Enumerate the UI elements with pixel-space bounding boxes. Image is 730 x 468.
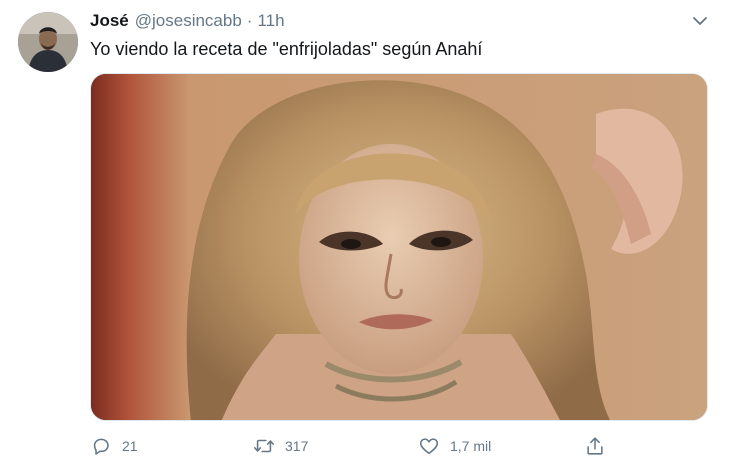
- tweet-timestamp[interactable]: 11h: [257, 11, 284, 31]
- reply-button[interactable]: 21: [90, 432, 138, 460]
- share-icon: [587, 437, 603, 455]
- retweet-count: 317: [285, 438, 309, 454]
- share-button[interactable]: [584, 432, 606, 460]
- header-separator: ·: [246, 11, 253, 30]
- like-button[interactable]: 1,7 mil: [418, 432, 491, 460]
- reply-count: 21: [122, 438, 138, 454]
- chevron-down-icon[interactable]: [690, 13, 710, 29]
- tweet-header: José @josesincabb · 11h: [90, 11, 285, 33]
- author-handle[interactable]: @josesincabb: [135, 11, 242, 31]
- tweet-actions: 21 317 1,7 mil: [90, 432, 630, 460]
- author-name[interactable]: José: [90, 11, 129, 31]
- reply-icon: [93, 438, 109, 455]
- tweet-text: Yo viendo la receta de "enfrijoladas" se…: [90, 39, 483, 59]
- avatar[interactable]: [18, 12, 78, 72]
- heart-icon: [419, 438, 439, 455]
- retweet-icon: [254, 439, 274, 453]
- tweet-card: José @josesincabb · 11h Yo viendo la rec…: [0, 0, 730, 468]
- tweet-media[interactable]: [90, 73, 708, 421]
- avatar-photo: [18, 12, 78, 72]
- like-count: 1,7 mil: [450, 438, 492, 454]
- media-image: [91, 74, 707, 420]
- retweet-button[interactable]: 317: [253, 432, 308, 460]
